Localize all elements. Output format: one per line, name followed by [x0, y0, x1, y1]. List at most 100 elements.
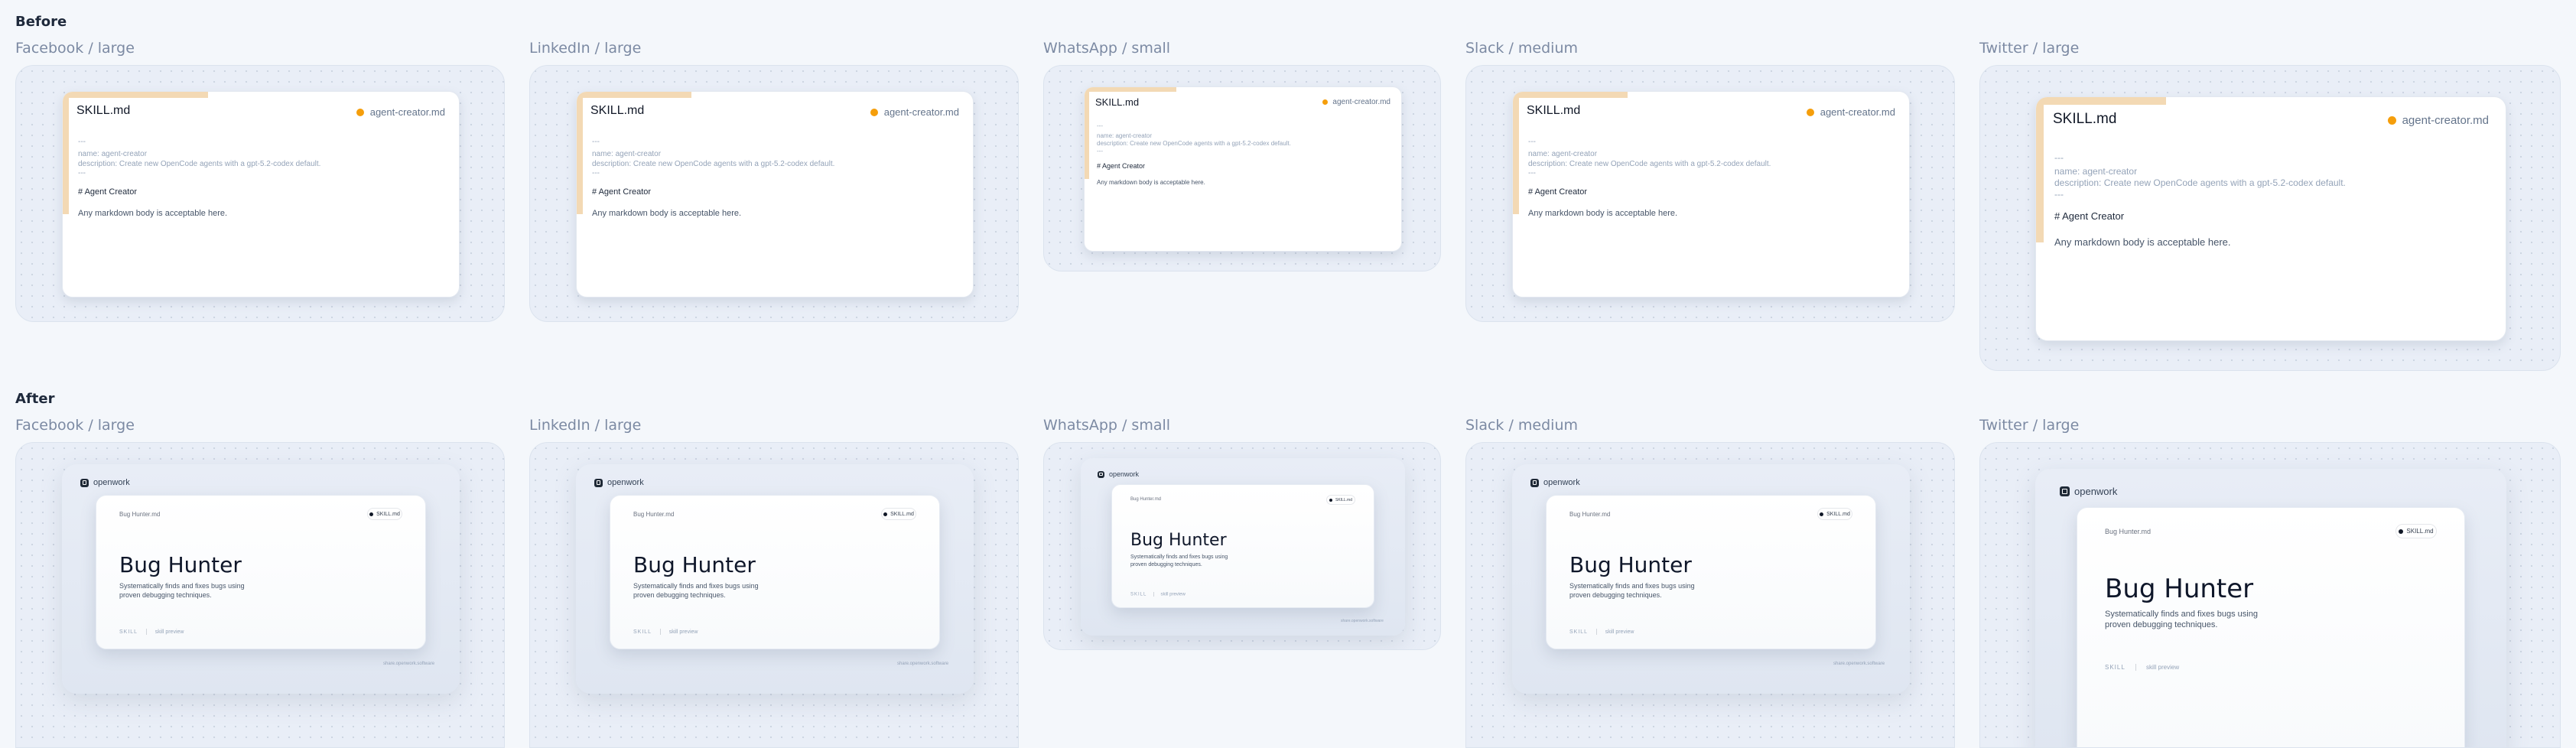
file-badge: agent-creator.md	[2387, 114, 2489, 127]
share-credit: share.openwork.software	[1833, 662, 1885, 666]
frontmatter-name: name: agent-creator	[1528, 150, 1598, 158]
openwork-logo-icon	[594, 478, 603, 487]
skill-description: Systematically finds and fixes bugs usin…	[633, 582, 759, 599]
accent-side	[1085, 87, 1089, 179]
brand: openwork	[594, 478, 644, 487]
skill-pill-label: SKILL.md	[890, 511, 914, 517]
frame-before-whatsapp: SKILL.md agent-creator.md --- name: agen…	[1043, 65, 1441, 272]
skill-pill-label: SKILL.md	[1335, 497, 1352, 502]
skill-description: Systematically finds and fixes bugs usin…	[119, 582, 245, 599]
file-label: Bug Hunter.md	[119, 511, 161, 518]
footer-kind: SKILL	[1130, 592, 1147, 597]
frame-before-twitter: SKILL.md agent-creator.md --- name: agen…	[1979, 65, 2561, 371]
skill-card-title: SKILL.md	[2053, 111, 2117, 127]
share-credit: share.openwork.software	[897, 662, 949, 666]
frontmatter-open: ---	[1528, 138, 1536, 146]
brand-name: openwork	[1109, 470, 1140, 478]
label-after-linkedin: LinkedIn / large	[529, 417, 642, 434]
footer-preview: skill preview	[1605, 629, 1634, 635]
card-footer: SKILL skill preview	[1569, 629, 1634, 635]
pill-dot-icon	[369, 512, 374, 516]
brand: openwork	[2060, 486, 2117, 497]
status-dot-icon	[2387, 116, 2396, 125]
footer-separator	[1595, 629, 1597, 635]
pill-dot-icon	[883, 512, 888, 516]
file-badge: agent-creator.md	[1806, 106, 1895, 118]
card-footer: SKILL skill preview	[2105, 664, 2179, 672]
accent-side	[577, 92, 583, 214]
brand-name: openwork	[607, 478, 644, 487]
file-badge-label: agent-creator.md	[2402, 114, 2489, 127]
skill-pill-label: SKILL.md	[1826, 511, 1850, 517]
frontmatter-close: ---	[78, 169, 86, 177]
skill-card-title: SKILL.md	[76, 104, 131, 117]
footer-preview: skill preview	[154, 629, 184, 635]
skill-card: SKILL.md agent-creator.md --- name: agen…	[1084, 86, 1402, 252]
frontmatter-open: ---	[78, 138, 86, 146]
footer-kind: SKILL	[119, 629, 138, 635]
frontmatter-description: description: Create new OpenCode agents …	[78, 160, 321, 168]
frontmatter-description: description: Create new OpenCode agents …	[1528, 160, 1771, 168]
openwork-logo-icon	[80, 478, 89, 487]
label-before-slack: Slack / medium	[1465, 40, 1578, 57]
skill-preview-card: Bug Hunter.md SKILL.md Bug Hunter System…	[96, 495, 426, 649]
footer-kind: SKILL	[2105, 664, 2126, 671]
file-badge-label: agent-creator.md	[883, 106, 959, 118]
markdown-body: Any markdown body is acceptable here.	[1097, 179, 1205, 186]
frontmatter-open: ---	[2054, 152, 2064, 163]
skill-title: Bug Hunter	[2105, 574, 2254, 604]
skill-preview-card: Bug Hunter.md SKILL.md Bug Hunter System…	[610, 495, 940, 649]
section-title-before: Before	[15, 14, 67, 30]
skill-title: Bug Hunter	[1569, 552, 1692, 577]
skill-title: Bug Hunter	[1130, 531, 1227, 550]
footer-preview: skill preview	[1160, 592, 1186, 597]
footer-kind: SKILL	[1569, 629, 1588, 635]
status-dot-icon	[870, 108, 878, 116]
markdown-heading: # Agent Creator	[592, 187, 652, 197]
frontmatter-name: name: agent-creator	[2054, 166, 2138, 177]
brand-name: openwork	[1543, 478, 1580, 487]
markdown-heading: # Agent Creator	[78, 187, 138, 197]
markdown-body: Any markdown body is acceptable here.	[1528, 209, 1678, 218]
accent-strip	[2036, 97, 2166, 105]
skill-pill: SKILL.md	[1326, 495, 1355, 505]
accent-side	[1513, 92, 1519, 214]
accent-strip	[1513, 92, 1628, 98]
skill-preview-card: Bug Hunter.md SKILL.md Bug Hunter System…	[1111, 484, 1374, 608]
frontmatter-description: description: Create new OpenCode agents …	[2054, 177, 2346, 188]
label-before-whatsapp: WhatsApp / small	[1043, 40, 1171, 57]
label-after-facebook: Facebook / large	[15, 417, 135, 434]
skill-pill: SKILL.md	[881, 508, 916, 520]
label-before-facebook: Facebook / large	[15, 40, 135, 57]
file-badge-label: agent-creator.md	[1332, 98, 1390, 106]
skill-card: SKILL.md agent-creator.md --- name: agen…	[62, 91, 460, 298]
accent-strip	[1085, 87, 1176, 92]
skill-card: SKILL.md agent-creator.md --- name: agen…	[576, 91, 974, 298]
accent-strip	[577, 92, 691, 98]
file-label: Bug Hunter.md	[1569, 511, 1611, 518]
card-footer: SKILL skill preview	[1130, 592, 1186, 597]
file-label: Bug Hunter.md	[633, 511, 675, 518]
label-after-slack: Slack / medium	[1465, 417, 1578, 434]
frontmatter-close: ---	[2054, 189, 2064, 200]
skill-card-title: SKILL.md	[1527, 104, 1581, 117]
frontmatter-close: ---	[1528, 169, 1536, 177]
footer-preview: skill preview	[668, 629, 698, 635]
brand: openwork	[1530, 478, 1580, 487]
accent-side	[63, 92, 69, 214]
footer-separator	[659, 629, 661, 635]
file-label: Bug Hunter.md	[2105, 528, 2152, 535]
brand-name: openwork	[93, 478, 130, 487]
skill-title: Bug Hunter	[119, 552, 242, 577]
frontmatter-name: name: agent-creator	[592, 150, 662, 158]
markdown-body: Any markdown body is acceptable here.	[78, 209, 228, 218]
frame-after-whatsapp: openwork Bug Hunter.md SKILL.md Bug Hunt…	[1043, 442, 1441, 650]
markdown-heading: # Agent Creator	[2054, 210, 2125, 222]
brand: openwork	[1098, 470, 1139, 478]
label-before-linkedin: LinkedIn / large	[529, 40, 642, 57]
status-dot-icon	[356, 108, 364, 116]
accent-side	[2036, 97, 2044, 242]
frontmatter-open: ---	[592, 138, 600, 146]
footer-kind: SKILL	[633, 629, 652, 635]
markdown-heading: # Agent Creator	[1097, 162, 1146, 170]
